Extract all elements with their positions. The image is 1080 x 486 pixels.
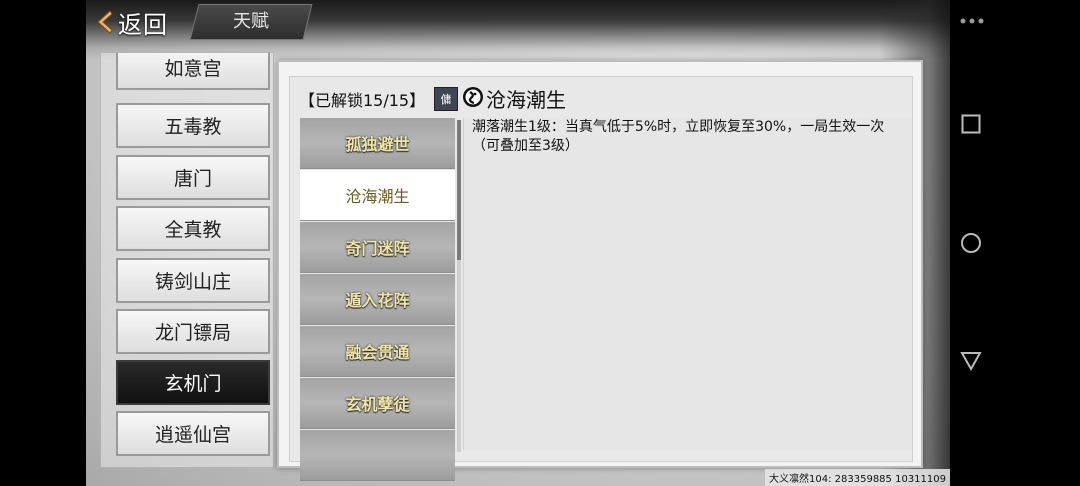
talent-scrollbar[interactable] <box>457 120 461 452</box>
talent-panel: 【已解锁15/15】 傭 沧海潮生 孤独避世 沧海潮生 奇门迷阵 遁入花阵 融会… <box>277 60 923 481</box>
talent-item-selected[interactable]: 沧海潮生 <box>300 170 455 221</box>
talent-item[interactable]: 奇门迷阵 <box>300 222 455 273</box>
talent-item[interactable] <box>300 430 455 481</box>
scrollbar-thumb[interactable] <box>457 120 461 260</box>
talent-item[interactable]: 融会贯通 <box>300 326 455 377</box>
sect-list[interactable]: 如意宫 五毒教 唐门 全真教 铸剑山庄 龙门镖局 玄机门 逍遥仙宫 <box>100 52 274 468</box>
talent-title: 沧海潮生 <box>486 88 566 112</box>
unlock-count: 【已解锁15/15】 <box>299 91 426 110</box>
back-chevron-icon <box>97 10 113 34</box>
sect-item[interactable]: 五毒教 <box>116 103 270 148</box>
seal-icon: 傭 <box>434 87 458 111</box>
circle-icon[interactable] <box>960 232 982 254</box>
tab-talent[interactable]: 天赋 <box>189 4 313 40</box>
sect-item[interactable]: 逍遥仙宫 <box>116 411 270 456</box>
talent-list[interactable]: 孤独避世 沧海潮生 奇门迷阵 遁入花阵 融会贯通 玄机孽徒 <box>300 118 455 486</box>
sect-item[interactable]: 唐门 <box>116 155 270 200</box>
talent-item[interactable]: 遁入花阵 <box>300 274 455 325</box>
yinyang-icon <box>463 87 483 107</box>
square-icon[interactable] <box>961 114 981 134</box>
description-area: 潮落潮生1级：当真气低于5%时，立即恢复至30%，一局生效一次（可叠加至3级） <box>463 118 912 450</box>
talent-item[interactable]: 玄机孽徒 <box>300 378 455 429</box>
sect-item-selected[interactable]: 玄机门 <box>116 360 270 405</box>
player-id-watermark: 大义凛然104: 283359885 10311109 <box>765 469 950 486</box>
android-nav-bar <box>950 0 1080 486</box>
game-screen: 返回 天赋 如意宫 五毒教 唐门 全真教 铸剑山庄 龙门镖局 玄机门 逍遥仙宫 … <box>86 0 950 486</box>
menu-dots-icon[interactable] <box>960 17 984 25</box>
triangle-icon[interactable] <box>960 351 982 371</box>
sect-item[interactable]: 全真教 <box>116 206 270 251</box>
sect-item[interactable]: 龙门镖局 <box>116 309 270 354</box>
sect-item[interactable]: 如意宫 <box>116 53 270 90</box>
tab-talent-label: 天赋 <box>233 11 269 32</box>
back-button[interactable]: 返回 <box>92 4 168 40</box>
talent-description: 潮落潮生1级：当真气低于5%时，立即恢复至30%，一局生效一次（可叠加至3级） <box>472 119 885 154</box>
left-black-bar <box>0 0 86 486</box>
sect-item[interactable]: 铸剑山庄 <box>116 258 270 303</box>
talent-item[interactable]: 孤独避世 <box>300 118 455 169</box>
back-label: 返回 <box>118 10 168 39</box>
